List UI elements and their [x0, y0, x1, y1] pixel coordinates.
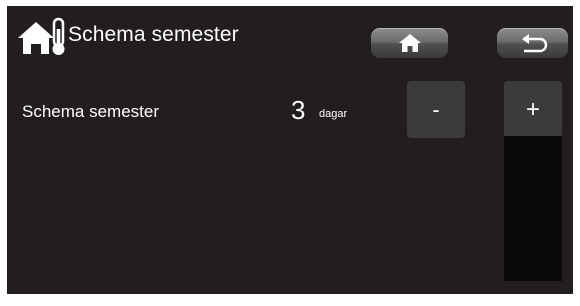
setting-unit: dagar: [319, 108, 348, 120]
increment-button[interactable]: +: [504, 81, 562, 138]
settings-screen: Schema semester Schema semester 3 dagar …: [7, 6, 573, 294]
back-arrow-icon: [521, 34, 547, 53]
home-button[interactable]: [371, 28, 448, 58]
decrement-button[interactable]: -: [407, 81, 465, 138]
back-button[interactable]: [497, 28, 568, 58]
setting-value: 3: [291, 95, 306, 125]
home-icon: [398, 34, 421, 52]
scroll-track[interactable]: [504, 136, 562, 281]
page-title: Schema semester: [68, 23, 239, 46]
house-thermometer-icon: [18, 17, 65, 55]
setting-label: Schema semester: [22, 102, 159, 121]
